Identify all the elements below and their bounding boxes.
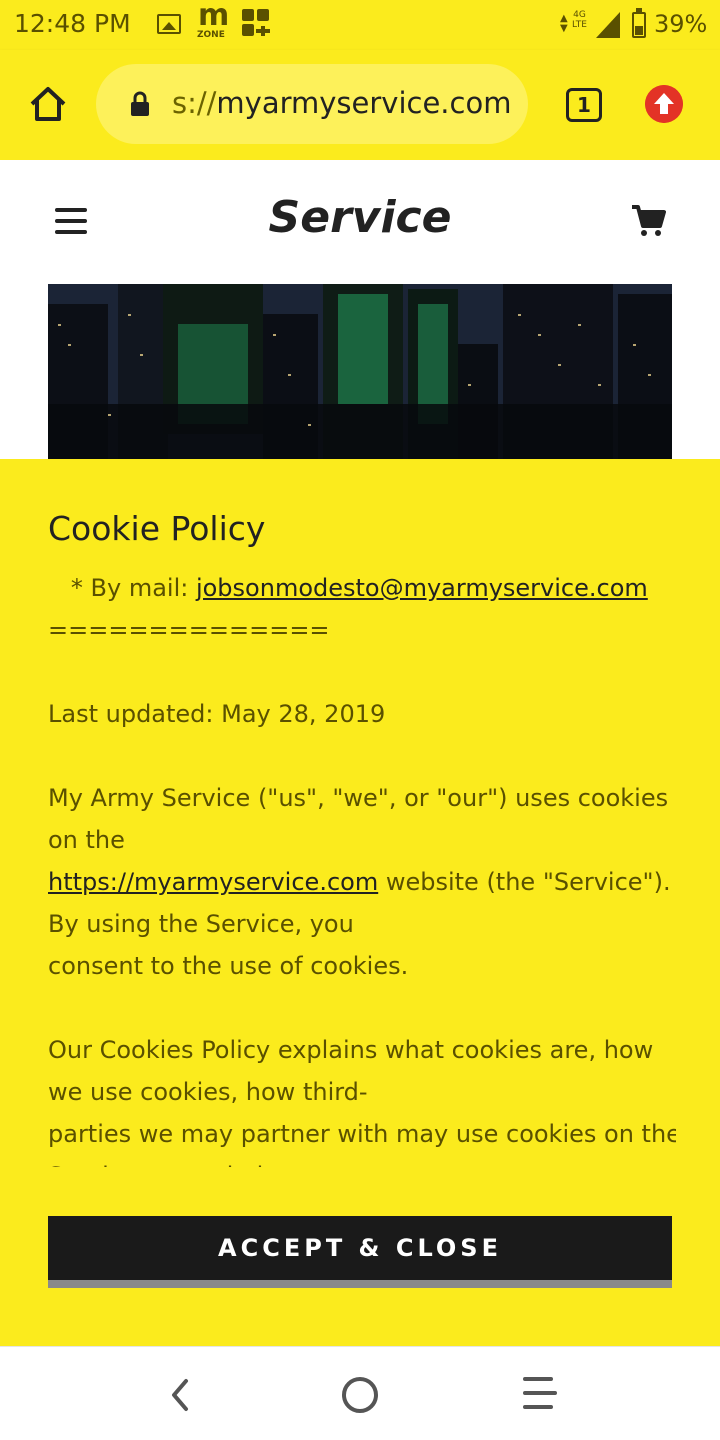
cookie-title: Cookie Policy: [48, 509, 266, 548]
url-text: s://myarmyservice.com: [172, 86, 511, 120]
cookie-body[interactable]: * By mail: jobsonmodesto@myarmyservice.c…: [48, 567, 676, 1167]
separator: ==============: [48, 616, 330, 644]
tabs-button[interactable]: 1: [566, 88, 602, 122]
para1-line2: on the: [48, 826, 125, 854]
back-icon[interactable]: [166, 1377, 196, 1413]
network-type: 4G LTE: [572, 10, 587, 30]
url-scheme: s://: [172, 86, 217, 120]
lock-icon: [131, 91, 149, 116]
para1-line5: consent to the use of cookies.: [48, 952, 409, 980]
update-icon[interactable]: [645, 85, 683, 123]
para1-line3: https://myarmyservice.com website (the "…: [48, 861, 676, 903]
apps-icon: [242, 9, 272, 39]
image-icon: [157, 14, 181, 34]
battery-percent: 39%: [654, 10, 708, 38]
mail-line: * By mail: jobsonmodesto@myarmyservice.c…: [48, 567, 676, 609]
accept-close-button[interactable]: ACCEPT & CLOSE: [48, 1216, 672, 1288]
address-bar[interactable]: s://myarmyservice.com: [96, 64, 528, 144]
signal-icon: [596, 12, 620, 38]
para2-line3: parties we may partner with may use cook…: [48, 1120, 676, 1148]
home-circle-icon[interactable]: [342, 1377, 378, 1413]
site-link[interactable]: https://myarmyservice.com: [48, 868, 378, 896]
home-icon[interactable]: [28, 84, 68, 124]
last-updated: Last updated: May 28, 2019: [48, 700, 386, 728]
mail-link[interactable]: jobsonmodesto@myarmyservice.com: [196, 574, 648, 602]
cookie-policy-panel: Cookie Policy * By mail: jobsonmodesto@m…: [0, 459, 720, 1346]
status-bar: 12:48 PM m ZONE ▲ ▼ 4G LTE 39%: [0, 0, 720, 50]
browser-toolbar: s://myarmyservice.com 1: [0, 50, 720, 160]
para2-line2: we use cookies, how third-: [48, 1078, 368, 1106]
status-time: 12:48 PM: [14, 9, 131, 38]
site-title[interactable]: Service: [0, 192, 720, 243]
para1-line1: My Army Service ("us", "we", or "our") u…: [48, 784, 669, 812]
hero-image: [48, 284, 672, 460]
battery-icon: [632, 8, 646, 38]
para2-line4: Service, your choices: [48, 1155, 676, 1167]
url-host: myarmyservice.com: [216, 86, 512, 120]
site-header: Service: [0, 160, 720, 284]
para1-line4: By using the Service, you: [48, 910, 354, 938]
mzone-icon: m ZONE: [197, 0, 230, 40]
cart-icon[interactable]: [630, 202, 666, 238]
recents-icon[interactable]: [523, 1377, 557, 1413]
para1-line3-rest: website (the "Service").: [378, 868, 671, 896]
para2-line1: Our Cookies Policy explains what cookies…: [48, 1036, 654, 1064]
mail-prefix: * By mail:: [48, 574, 196, 602]
system-nav-bar: [0, 1346, 720, 1440]
data-arrows-icon: ▲ ▼: [560, 13, 568, 34]
